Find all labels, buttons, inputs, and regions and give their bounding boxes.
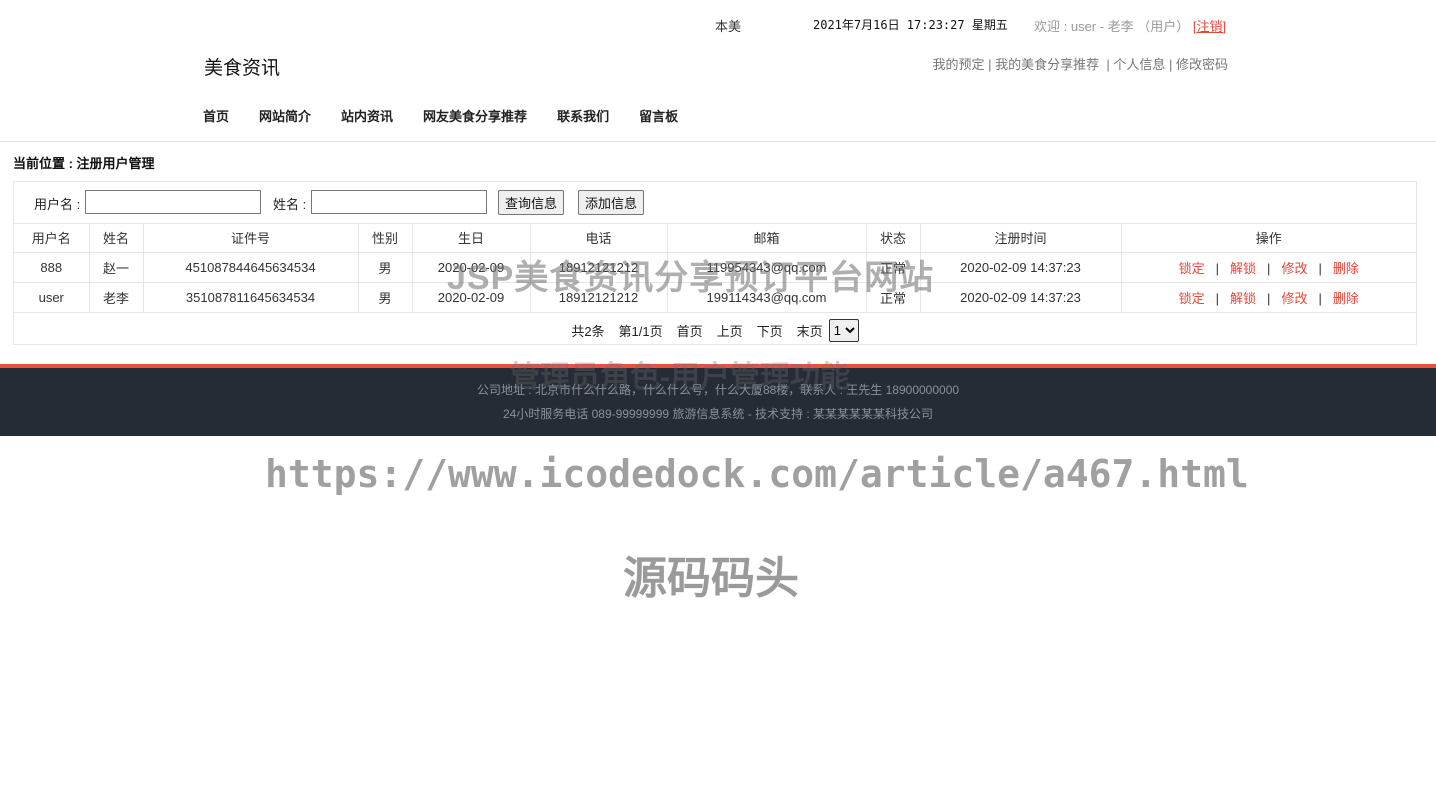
watermark-url: https://www.icodedock.com/article/a467.h…: [265, 452, 1249, 496]
col-gender: 性别: [358, 223, 413, 253]
col-username: 用户名: [14, 223, 90, 253]
pager-prev[interactable]: 上页: [717, 321, 743, 340]
pagination: 共2条 第1/1页 首页 上页 下页 末页 1: [14, 315, 1416, 345]
pager-last[interactable]: 末页: [797, 321, 823, 340]
col-reg-time: 注册时间: [920, 223, 1122, 253]
pager-page-info: 第1/1页: [618, 324, 663, 339]
edit-link[interactable]: 修改: [1281, 291, 1307, 306]
cell-name: 赵一: [89, 252, 144, 283]
username-label: 用户名 :: [34, 197, 81, 212]
logout-link[interactable]: [注销]: [1193, 19, 1226, 34]
edit-link[interactable]: 修改: [1281, 261, 1307, 276]
nav-food-share[interactable]: 网友美食分享推荐: [423, 106, 527, 125]
nav-home[interactable]: 首页: [203, 106, 229, 125]
query-button[interactable]: 查询信息: [498, 190, 565, 215]
cell-actions: 锁定 | 解锁 | 修改 | 删除: [1121, 282, 1416, 313]
pager-first[interactable]: 首页: [677, 321, 703, 340]
cell-username: 888: [14, 252, 90, 283]
current-datetime: 2021年7月16日 17:23:27 星期五: [813, 18, 1008, 32]
cell-actions: 锁定 | 解锁 | 修改 | 删除: [1121, 252, 1416, 283]
lock-link[interactable]: 锁定: [1179, 291, 1205, 306]
col-phone: 电话: [530, 223, 668, 253]
watermark-subtitle: 管理员角色-用户管理功能: [510, 361, 850, 394]
delete-link[interactable]: 删除: [1333, 291, 1359, 306]
main-nav: 首页 网站简介 站内资讯 网友美食分享推荐 联系我们 留言板: [203, 106, 708, 125]
col-id-number: 证件号: [143, 223, 359, 253]
col-birthday: 生日: [412, 223, 531, 253]
search-form: 用户名 : 姓名 : 查询信息 添加信息: [14, 182, 1416, 224]
nav-about[interactable]: 网站简介: [259, 106, 311, 125]
nav-guestbook[interactable]: 留言板: [639, 106, 678, 125]
delete-link[interactable]: 删除: [1333, 261, 1359, 276]
col-actions: 操作: [1121, 223, 1416, 253]
profile-link[interactable]: 个人信息: [1113, 57, 1165, 72]
action-separator: |: [1318, 291, 1322, 306]
breadcrumb: 当前位置 : 注册用户管理: [13, 156, 155, 171]
col-status: 状态: [866, 223, 921, 253]
lock-link[interactable]: 锁定: [1179, 261, 1205, 276]
col-email: 邮箱: [667, 223, 867, 253]
my-reservations-link[interactable]: 我的预定: [933, 57, 985, 72]
watermark-title: JSP美食资讯分享预订平台网站: [447, 259, 935, 297]
footer-support: 24小时服务电话 089-99999999 旅游信息系统 - 技术支持 : 某某…: [502, 407, 934, 421]
cell-gender: 男: [358, 282, 413, 313]
watermark-site: 源码码头: [623, 554, 799, 603]
header-divider: [0, 141, 1436, 142]
action-separator: |: [1267, 261, 1271, 276]
nav-news[interactable]: 站内资讯: [341, 106, 393, 125]
name-input[interactable]: [311, 190, 487, 214]
cell-id-number: 451087844645634534: [143, 252, 359, 283]
site-logo-text[interactable]: 美食资讯: [204, 53, 280, 80]
welcome-text: 欢迎 : user - 老李 （用户） [注销]: [1034, 16, 1226, 35]
pager-total: 共2条: [571, 324, 605, 339]
pager-next[interactable]: 下页: [757, 321, 783, 340]
cell-username: user: [14, 282, 90, 313]
action-separator: |: [1267, 291, 1271, 306]
action-separator: |: [1215, 291, 1220, 306]
cell-id-number: 351087811645634534: [143, 282, 359, 313]
cell-reg-time: 2020-02-09 14:37:23: [920, 282, 1122, 313]
col-name: 姓名: [89, 223, 144, 253]
name-label: 姓名 :: [273, 197, 307, 212]
cell-gender: 男: [358, 252, 413, 283]
welcome-user: 欢迎 : user - 老李 （用户）: [1034, 19, 1190, 34]
action-separator: |: [1318, 261, 1322, 276]
table-header-row: 用户名 姓名 证件号 性别 生日 电话 邮箱 状态 注册时间 操作: [14, 223, 1416, 253]
page-select[interactable]: 1: [828, 319, 859, 342]
add-button[interactable]: 添加信息: [578, 190, 645, 215]
action-separator: |: [1215, 261, 1220, 276]
user-links: 我的预定 | 我的美食分享推荐 | 个人信息 | 修改密码: [932, 57, 1229, 72]
change-password-link[interactable]: 修改密码: [1176, 57, 1228, 72]
scrolling-notice: 本美: [715, 19, 742, 34]
top-info-bar: 本美 2021年7月16日 17:23:27 星期五 欢迎 : user - 老…: [0, 15, 1436, 35]
unlock-link[interactable]: 解锁: [1230, 261, 1256, 276]
unlock-link[interactable]: 解锁: [1230, 291, 1256, 306]
username-input[interactable]: [85, 190, 261, 214]
cell-name: 老李: [89, 282, 144, 313]
cell-reg-time: 2020-02-09 14:37:23: [920, 252, 1122, 283]
my-food-share-link[interactable]: 我的美食分享推荐: [995, 57, 1099, 72]
nav-contact[interactable]: 联系我们: [557, 106, 609, 125]
